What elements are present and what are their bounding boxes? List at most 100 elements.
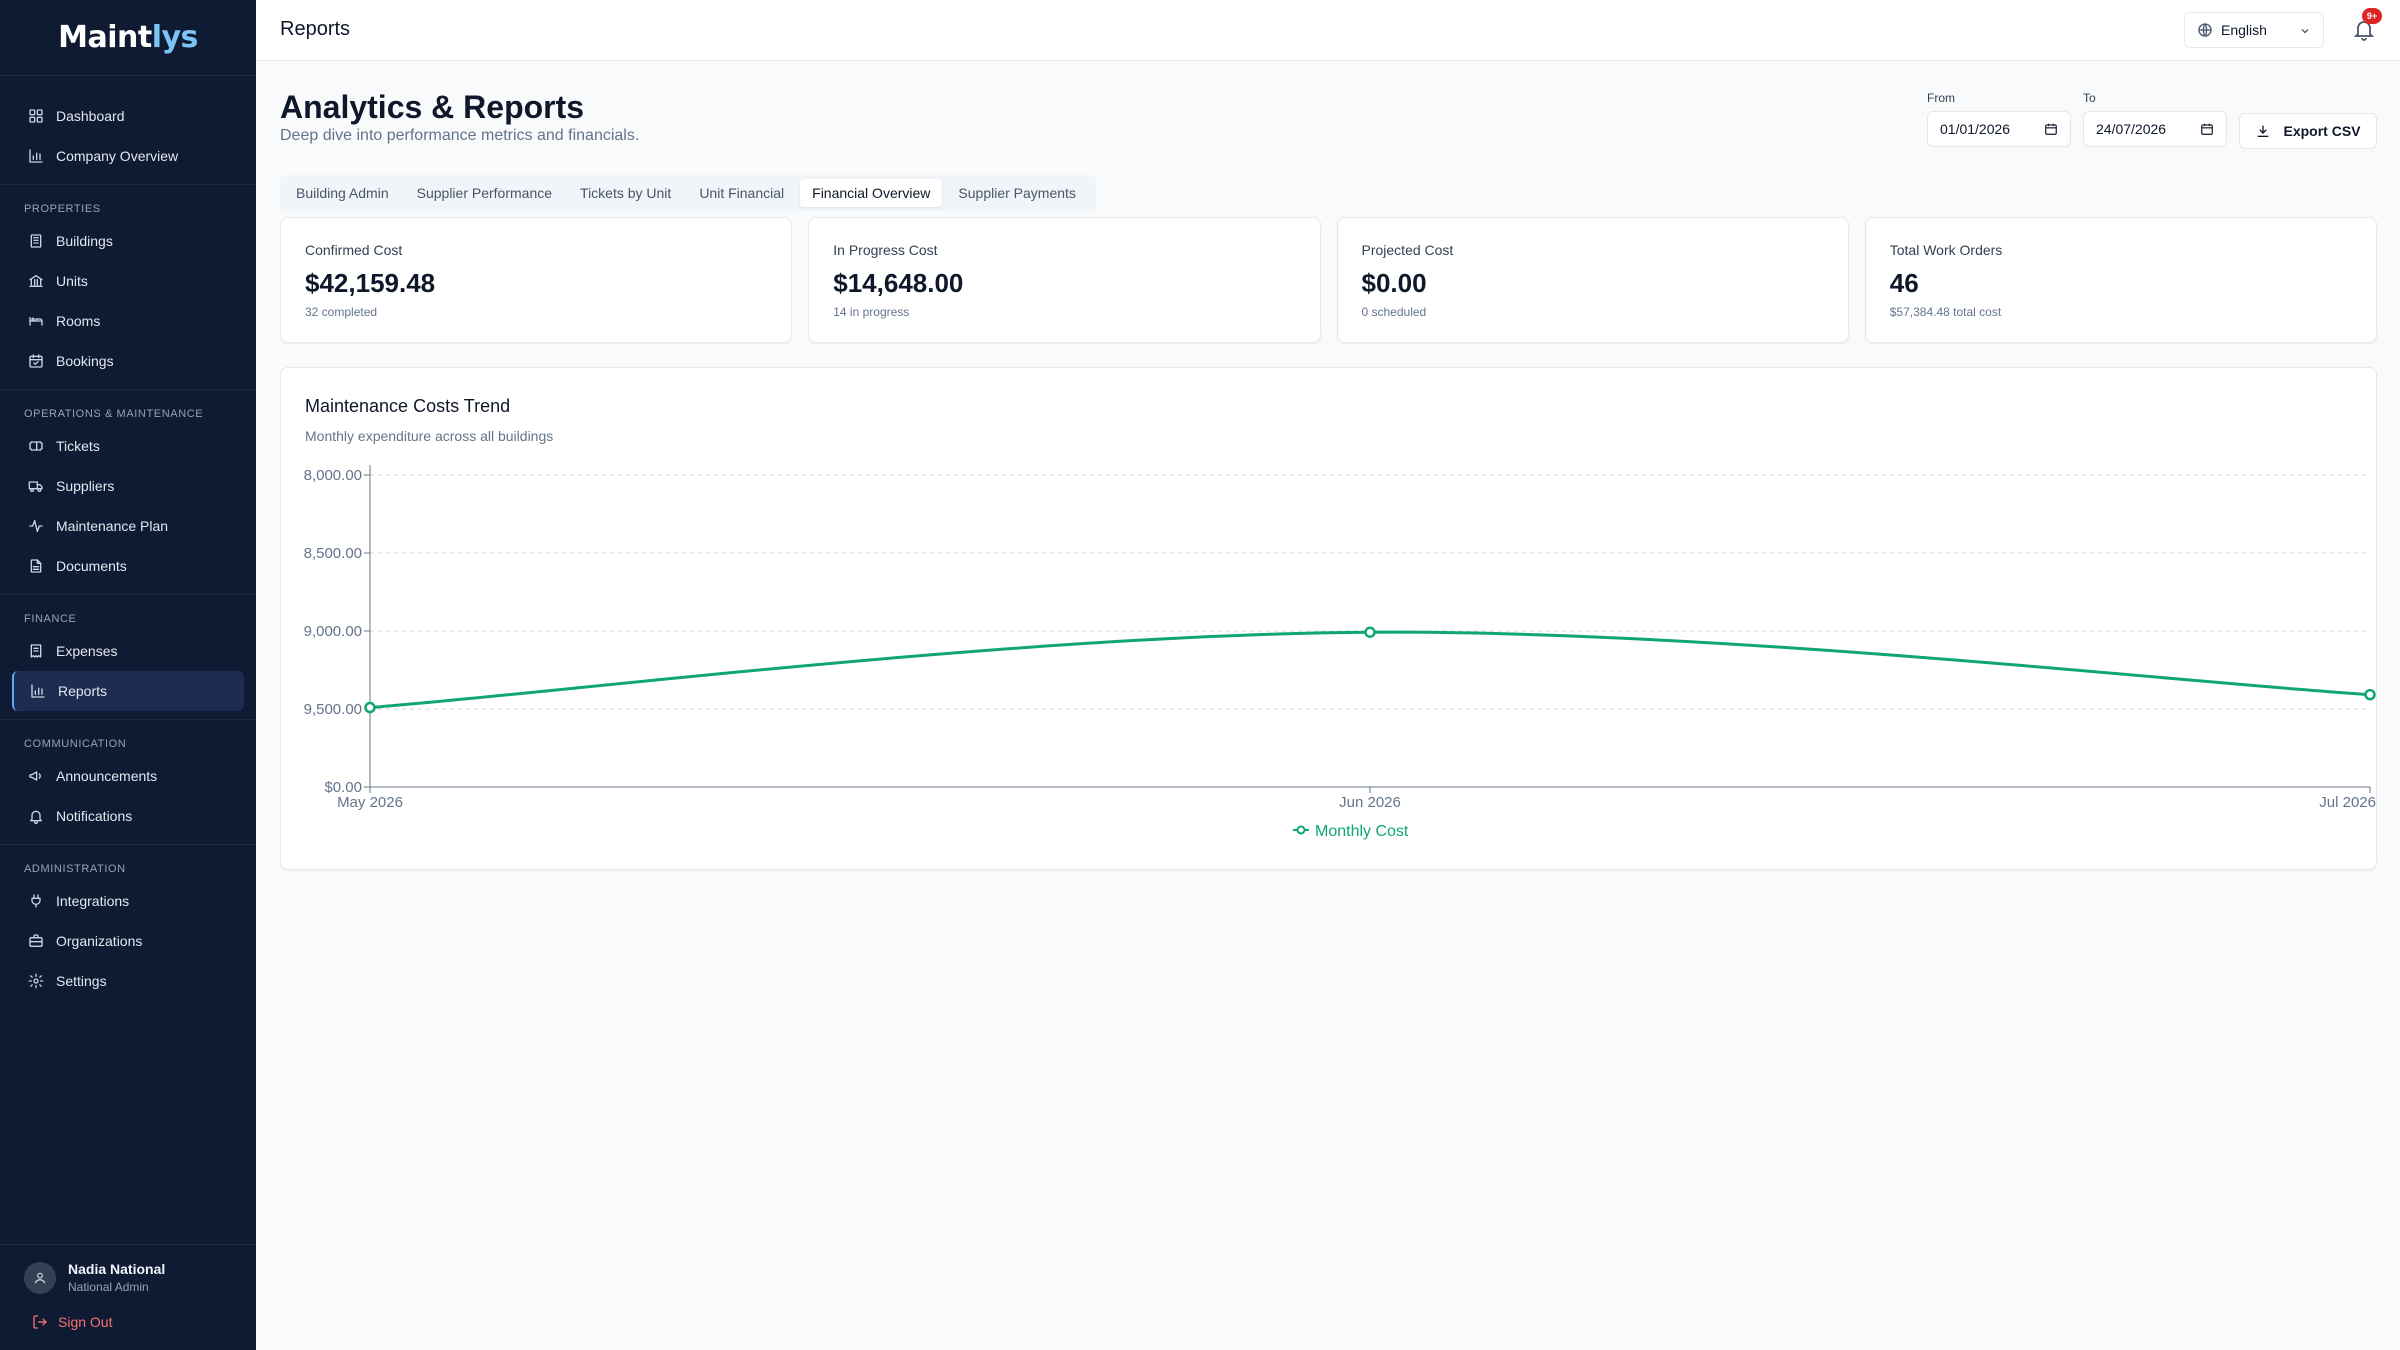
- card-label: Total Work Orders: [1889, 242, 2003, 258]
- sidebar-item-label: Expenses: [56, 643, 118, 659]
- sidebar-item-units[interactable]: Units: [12, 261, 244, 301]
- sidebar-item-maintenance-plan[interactable]: Maintenance Plan: [12, 506, 244, 546]
- data-point: [364, 701, 376, 714]
- card-label: Confirmed Cost: [305, 242, 403, 258]
- sidebar-item-label: Settings: [56, 973, 107, 989]
- tab-building-admin[interactable]: Building Admin: [284, 179, 401, 207]
- sidebar-item-suppliers[interactable]: Suppliers: [12, 466, 244, 506]
- card-subtext: 14 in progress: [833, 305, 910, 319]
- legend-swatch-dot: [1296, 825, 1306, 835]
- sidebar-item-label: Organizations: [56, 933, 143, 949]
- nav-group-heading: ADMINISTRATION: [24, 863, 126, 875]
- sidebar-item-label: Reports: [58, 683, 108, 699]
- profile-name: Nadia National: [68, 1261, 166, 1277]
- to-date-label: To: [2083, 91, 2096, 105]
- logo-text-main: Maint: [58, 20, 152, 55]
- card-subtext: $57,384.48 total cost: [1889, 305, 2002, 319]
- tab-tickets-by-unit[interactable]: Tickets by Unit: [568, 179, 683, 207]
- card-value: 46: [1889, 268, 1919, 298]
- card-value: $14,648.00: [833, 268, 964, 298]
- sidebar-item-announcements[interactable]: Announcements: [12, 756, 244, 796]
- sidebar-item-buildings[interactable]: Buildings: [12, 221, 244, 261]
- card-subtext: 32 completed: [305, 305, 378, 319]
- nav-group-heading: COMMUNICATION: [24, 738, 127, 750]
- grid-icon: [29, 109, 43, 123]
- nav-group-main: Dashboard Company Overview: [0, 92, 256, 185]
- x-tick-label: May 2026: [337, 794, 403, 811]
- top-bar: Reports English 9+: [256, 0, 2400, 61]
- from-date-label: From: [1927, 91, 1955, 105]
- building-icon: [30, 234, 42, 248]
- y-tick-label: 9,000.00: [304, 623, 362, 640]
- user-icon: [34, 1272, 46, 1283]
- nav-group-properties: PROPERTIES Buildings Units Rooms Bookings: [0, 185, 256, 390]
- sidebar-item-rooms[interactable]: Rooms: [12, 301, 244, 341]
- user-profile: Nadia National National Admin Sign Out: [0, 1244, 256, 1350]
- avatar[interactable]: [24, 1261, 56, 1294]
- tab-financial-overview[interactable]: Financial Overview: [800, 179, 943, 207]
- from-date-value: 01/01/2026: [1940, 121, 2011, 137]
- card-subtext: 0 scheduled: [1361, 305, 1427, 319]
- line-chart: $0.009,500.009,000.008,500.008,000.00May…: [304, 465, 2376, 840]
- language-select[interactable]: English: [2184, 12, 2324, 48]
- sign-out-button[interactable]: Sign Out: [24, 1314, 232, 1330]
- card-projected-cost: Projected Cost $0.00 0 scheduled: [1336, 217, 1849, 343]
- sidebar-item-reports[interactable]: Reports: [12, 671, 244, 711]
- tab-unit-financial[interactable]: Unit Financial: [687, 179, 796, 207]
- sidebar-item-expenses[interactable]: Expenses: [12, 631, 244, 671]
- sidebar-item-label: Suppliers: [56, 478, 115, 494]
- card-label: Projected Cost: [1361, 242, 1454, 258]
- download-icon: [2258, 125, 2269, 137]
- sidebar-item-label: Bookings: [56, 353, 114, 369]
- bar-chart-icon: [29, 149, 43, 163]
- page-subtitle: Deep dive into performance metrics and f…: [280, 127, 640, 144]
- sidebar-item-documents[interactable]: Documents: [12, 546, 244, 586]
- export-csv-label: Export CSV: [2283, 123, 2361, 139]
- app-logo[interactable]: Maintlys: [0, 0, 256, 76]
- to-date-input[interactable]: 24/07/2026: [2083, 111, 2227, 147]
- tab-supplier-performance[interactable]: Supplier Performance: [405, 179, 564, 207]
- page-title: Analytics & Reports: [280, 89, 585, 125]
- megaphone-icon: [29, 771, 41, 781]
- export-csv-button[interactable]: Export CSV: [2239, 113, 2377, 149]
- sidebar-item-integrations[interactable]: Integrations: [12, 881, 244, 921]
- sidebar-item-notifications[interactable]: Notifications: [12, 796, 244, 836]
- from-date-input[interactable]: 01/01/2026: [1927, 111, 2071, 147]
- receipt-icon: [30, 644, 42, 658]
- sidebar-item-label: Rooms: [56, 313, 101, 329]
- sidebar-item-label: Tickets: [56, 438, 100, 454]
- main-content: Analytics & Reports Deep dive into perfo…: [256, 61, 2400, 1350]
- plug-icon: [31, 894, 41, 908]
- log-out-icon: [33, 1315, 47, 1329]
- tab-supplier-payments[interactable]: Supplier Payments: [946, 179, 1088, 207]
- language-value: English: [2221, 22, 2267, 38]
- maintenance-costs-chart: Maintenance Costs Trend Monthly expendit…: [280, 367, 2377, 870]
- sidebar-item-tickets[interactable]: Tickets: [12, 426, 244, 466]
- sidebar-item-dashboard[interactable]: Dashboard: [12, 96, 244, 136]
- sidebar-item-label: Announcements: [56, 768, 158, 784]
- sidebar-item-settings[interactable]: Settings: [12, 961, 244, 1001]
- sidebar-item-bookings[interactable]: Bookings: [12, 341, 244, 381]
- profile-role: National Admin: [68, 1280, 149, 1294]
- file-text-icon: [30, 559, 42, 573]
- x-tick-label: Jun 2026: [1339, 794, 1401, 811]
- chevron-down-icon: [2301, 29, 2309, 34]
- nav-group-heading: PROPERTIES: [24, 203, 101, 215]
- gear-icon: [28, 973, 44, 989]
- legend-label: Monthly Cost: [1315, 823, 1409, 840]
- series-line-monthly-cost: [369, 630, 2371, 710]
- calendar-icon: [2201, 123, 2213, 135]
- bank-icon: [29, 275, 43, 287]
- bell-icon: [30, 810, 42, 824]
- sidebar-item-organizations[interactable]: Organizations: [12, 921, 244, 961]
- sidebar-item-label: Company Overview: [56, 148, 179, 164]
- nav-group-heading: OPERATIONS & MAINTENANCE: [24, 408, 204, 420]
- card-label: In Progress Cost: [833, 242, 938, 258]
- card-in-progress-cost: In Progress Cost $14,648.00 14 in progress: [808, 217, 1321, 343]
- calendar-check-icon: [29, 354, 43, 368]
- sidebar-nav: Dashboard Company Overview PROPERTIES Build…: [0, 76, 256, 1009]
- data-point: [2364, 688, 2376, 701]
- sidebar-item-label: Maintenance Plan: [56, 518, 169, 534]
- sidebar-item-label: Dashboard: [56, 108, 125, 124]
- sidebar-item-company-overview[interactable]: Company Overview: [12, 136, 244, 176]
